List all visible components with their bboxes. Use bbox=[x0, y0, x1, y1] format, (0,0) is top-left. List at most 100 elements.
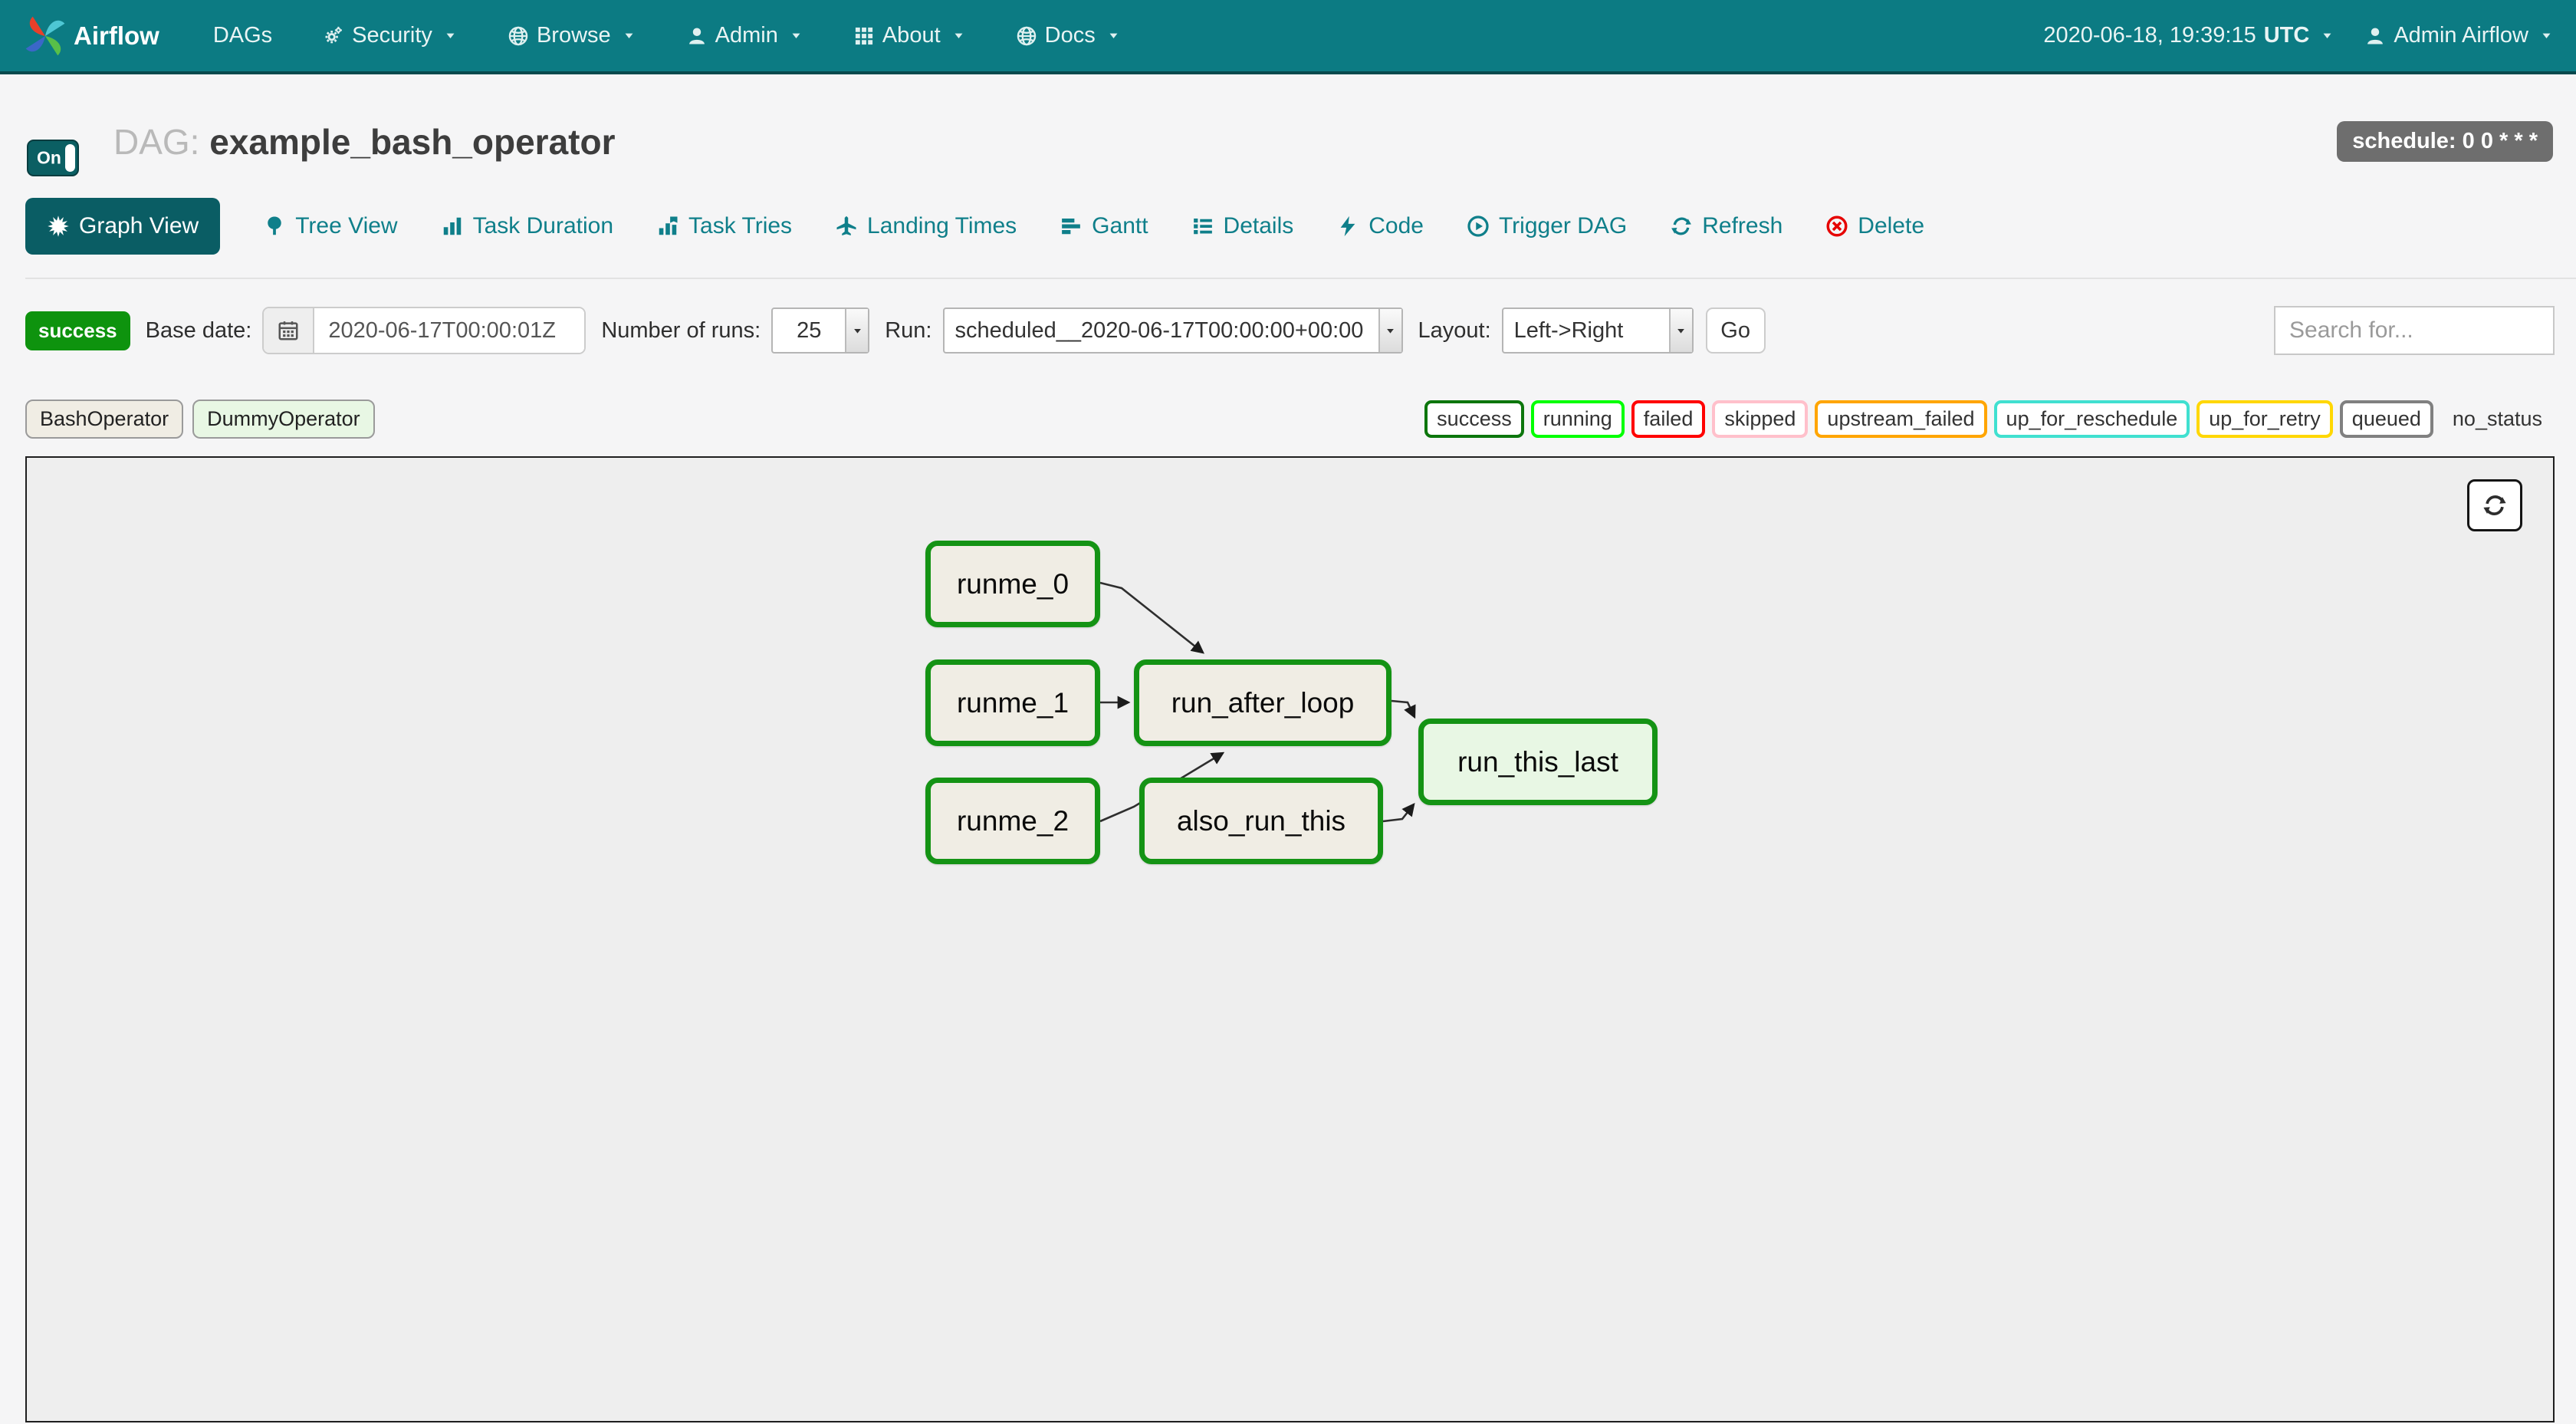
tab-gantt[interactable]: Gantt bbox=[1060, 213, 1148, 239]
chevron-down-icon bbox=[1107, 29, 1120, 42]
graph-edges bbox=[27, 458, 2556, 1424]
status-legend-running[interactable]: running bbox=[1531, 400, 1625, 438]
user-name: Admin Airflow bbox=[2394, 23, 2528, 48]
calendar-icon[interactable] bbox=[264, 308, 314, 353]
chevron-down-icon bbox=[623, 29, 636, 42]
tab-task-duration[interactable]: Task Duration bbox=[441, 213, 613, 239]
dag-title-name: example_bash_operator bbox=[209, 122, 615, 162]
status-legend-skipped[interactable]: skipped bbox=[1712, 400, 1808, 438]
tab-landing-times[interactable]: Landing Times bbox=[835, 213, 1017, 239]
chevron-down-icon bbox=[2540, 29, 2553, 42]
tab-label: Delete bbox=[1858, 213, 1924, 239]
airflow-brand[interactable]: Airflow bbox=[23, 14, 159, 58]
status-legend-success[interactable]: success bbox=[1424, 400, 1524, 438]
tab-tree-view[interactable]: Tree View bbox=[263, 213, 397, 239]
layout-label: Layout: bbox=[1418, 318, 1491, 344]
user-icon bbox=[2364, 25, 2386, 47]
refresh-icon bbox=[1670, 215, 1693, 238]
graph-edge-run_after_loop-to-run_this_last bbox=[1392, 701, 1414, 717]
status-legend: success running failed skipped upstream_… bbox=[1424, 400, 2555, 438]
tab-task-tries[interactable]: Task Tries bbox=[656, 213, 792, 239]
graph-node-run_after_loop[interactable]: run_after_loop bbox=[1134, 659, 1392, 746]
run-value: scheduled__2020-06-17T00:00:00+00:00 bbox=[945, 318, 1378, 344]
tree-icon bbox=[263, 215, 286, 238]
base-date-group bbox=[262, 307, 586, 354]
nav-dags[interactable]: DAGs bbox=[213, 23, 272, 48]
clock-timezone: UTC bbox=[2264, 23, 2310, 48]
operator-legend-dummy: DummyOperator bbox=[192, 400, 375, 439]
status-legend-upstream-failed[interactable]: upstream_failed bbox=[1815, 400, 1986, 438]
graph-node-run_this_last[interactable]: run_this_last bbox=[1418, 719, 1658, 805]
num-runs-label: Number of runs: bbox=[601, 318, 761, 344]
burst-icon bbox=[47, 215, 70, 238]
nav-about[interactable]: About bbox=[853, 23, 965, 48]
chart-flag-icon bbox=[656, 215, 679, 238]
graph-node-runme_0[interactable]: runme_0 bbox=[925, 541, 1100, 627]
refresh-icon bbox=[2482, 492, 2508, 518]
view-tabs: Graph View Tree View Task Duration Task … bbox=[25, 198, 1967, 255]
nav-security-label: Security bbox=[352, 23, 432, 48]
globe-icon bbox=[1016, 25, 1037, 47]
user-menu[interactable]: Admin Airflow bbox=[2364, 23, 2553, 48]
select-caret-icon bbox=[1669, 309, 1692, 352]
page-title: DAG: example_bash_operator bbox=[113, 121, 615, 163]
tab-label: Landing Times bbox=[867, 213, 1017, 239]
select-caret-icon bbox=[845, 309, 868, 352]
run-select[interactable]: scheduled__2020-06-17T00:00:00+00:00 bbox=[943, 307, 1403, 354]
bar-chart-icon bbox=[441, 215, 464, 238]
search-input[interactable] bbox=[2274, 306, 2555, 355]
num-runs-select[interactable]: 25 bbox=[771, 307, 869, 354]
nav-security[interactable]: Security bbox=[323, 23, 457, 48]
graph-node-runme_1[interactable]: runme_1 bbox=[925, 659, 1100, 746]
dag-pause-toggle[interactable]: On bbox=[27, 140, 79, 176]
tab-graph-view[interactable]: Graph View bbox=[25, 198, 220, 255]
play-circle-icon bbox=[1467, 215, 1490, 238]
status-legend-failed[interactable]: failed bbox=[1631, 400, 1706, 438]
tab-code[interactable]: Code bbox=[1336, 213, 1424, 239]
go-button[interactable]: Go bbox=[1706, 307, 1766, 354]
grid-icon bbox=[853, 25, 875, 47]
chevron-down-icon bbox=[444, 29, 457, 42]
tab-trigger-dag[interactable]: Trigger DAG bbox=[1467, 213, 1627, 239]
tab-label: Trigger DAG bbox=[1499, 213, 1627, 239]
graph-node-runme_2[interactable]: runme_2 bbox=[925, 778, 1100, 864]
chevron-down-icon bbox=[952, 29, 965, 42]
nav-about-label: About bbox=[882, 23, 941, 48]
operator-legend-bash: BashOperator bbox=[25, 400, 183, 439]
tab-refresh[interactable]: Refresh bbox=[1670, 213, 1783, 239]
base-date-label: Base date: bbox=[146, 318, 252, 344]
bolt-icon bbox=[1336, 215, 1359, 238]
tab-details[interactable]: Details bbox=[1191, 213, 1294, 239]
tab-label: Code bbox=[1368, 213, 1424, 239]
nav-admin[interactable]: Admin bbox=[686, 23, 803, 48]
tab-label: Gantt bbox=[1092, 213, 1148, 239]
navbar: Airflow DAGs Security Browse Admin About… bbox=[0, 0, 2576, 74]
run-label: Run: bbox=[885, 318, 932, 344]
toggle-handle bbox=[65, 144, 75, 172]
tab-label: Refresh bbox=[1702, 213, 1783, 239]
num-runs-value: 25 bbox=[773, 318, 845, 344]
clock-dropdown[interactable]: 2020-06-18, 19:39:15 UTC bbox=[2043, 23, 2334, 48]
filter-bar: success Base date: Number of runs: 25 Ru… bbox=[25, 305, 2555, 356]
layout-select[interactable]: Left->Right bbox=[1502, 307, 1694, 354]
tab-label: Tree View bbox=[295, 213, 397, 239]
tab-label: Task Duration bbox=[473, 213, 613, 239]
tab-label: Graph View bbox=[79, 213, 199, 239]
dag-status-badge: success bbox=[25, 311, 130, 350]
graph-node-also_run_this[interactable]: also_run_this bbox=[1139, 778, 1383, 864]
graph-edge-runme_0-to-run_after_loop bbox=[1100, 583, 1203, 653]
status-legend-up-for-retry[interactable]: up_for_retry bbox=[2196, 400, 2333, 438]
graph-refresh-button[interactable] bbox=[2467, 479, 2522, 531]
select-caret-icon bbox=[1378, 309, 1401, 352]
nav-docs[interactable]: Docs bbox=[1016, 23, 1120, 48]
dag-title-prefix: DAG: bbox=[113, 122, 199, 162]
chevron-down-icon bbox=[790, 29, 803, 42]
toggle-on-label: On bbox=[37, 148, 61, 169]
schedule-badge: schedule: 0 0 * * * bbox=[2337, 121, 2553, 162]
tab-label: Task Tries bbox=[688, 213, 792, 239]
status-legend-queued[interactable]: queued bbox=[2340, 400, 2433, 438]
base-date-input[interactable] bbox=[314, 308, 584, 353]
nav-browse[interactable]: Browse bbox=[508, 23, 636, 48]
status-legend-up-for-reschedule[interactable]: up_for_reschedule bbox=[1994, 400, 2190, 438]
tab-delete[interactable]: Delete bbox=[1825, 213, 1924, 239]
